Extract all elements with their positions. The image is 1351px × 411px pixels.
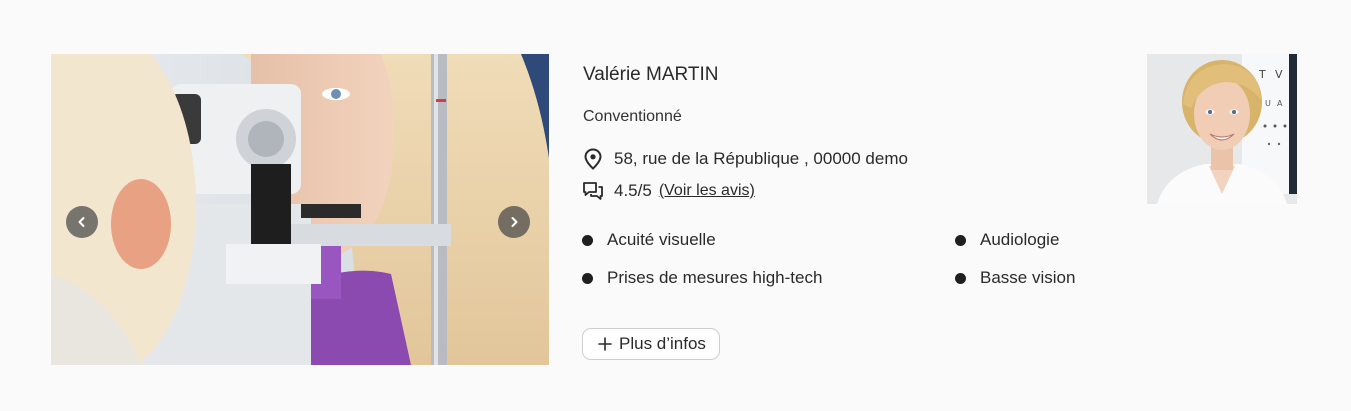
practitioner-status: Conventionné [583, 108, 682, 125]
address-row: 58, rue de la République , 00000 demo [582, 148, 908, 170]
see-reviews-link[interactable]: (Voir les avis) [659, 182, 755, 200]
bullet-icon [582, 272, 593, 284]
practitioner-card: Valérie MARTIN Conventionné 58, rue de l… [0, 0, 1351, 411]
more-info-label: Plus d’infos [619, 334, 706, 353]
svg-text:T: T [1258, 68, 1266, 81]
chevron-left-icon [78, 217, 85, 227]
bullet-icon [582, 234, 593, 246]
carousel-next-button[interactable] [498, 206, 530, 238]
photo-carousel[interactable] [51, 54, 549, 365]
plus-icon [597, 336, 613, 352]
service-item: Prises de mesures high-tech [582, 267, 955, 289]
service-label: Acuité visuelle [607, 230, 716, 249]
service-label: Audiologie [980, 230, 1060, 249]
rating-row: 4.5/5 (Voir les avis) [582, 180, 755, 202]
service-label: Basse vision [980, 268, 1076, 287]
carousel-photo [51, 54, 549, 365]
chevron-right-icon [511, 217, 518, 227]
svg-text:V: V [1275, 68, 1283, 81]
service-item: Basse vision [955, 267, 1142, 289]
bullet-icon [955, 234, 966, 246]
practitioner-name: Valérie MARTIN [583, 64, 719, 85]
location-pin-icon [582, 148, 604, 170]
svg-text:A: A [1277, 99, 1283, 108]
address-text: 58, rue de la République , 00000 demo [614, 149, 908, 168]
practitioner-avatar: T V U A [1147, 54, 1297, 204]
more-info-button[interactable]: Plus d’infos [582, 328, 720, 360]
practitioner-portrait: T V U A [1147, 54, 1297, 204]
bullet-icon [955, 272, 966, 284]
service-label: Prises de mesures high-tech [607, 268, 823, 287]
rating-value: 4.5/5 [614, 181, 652, 200]
service-item: Audiologie [955, 229, 1142, 251]
services-list: Acuité visuelle Audiologie Prises de mes… [582, 229, 1142, 289]
service-item: Acuité visuelle [582, 229, 955, 251]
carousel-prev-button[interactable] [66, 206, 98, 238]
reviews-chat-icon [582, 180, 604, 202]
svg-text:U: U [1265, 99, 1271, 108]
